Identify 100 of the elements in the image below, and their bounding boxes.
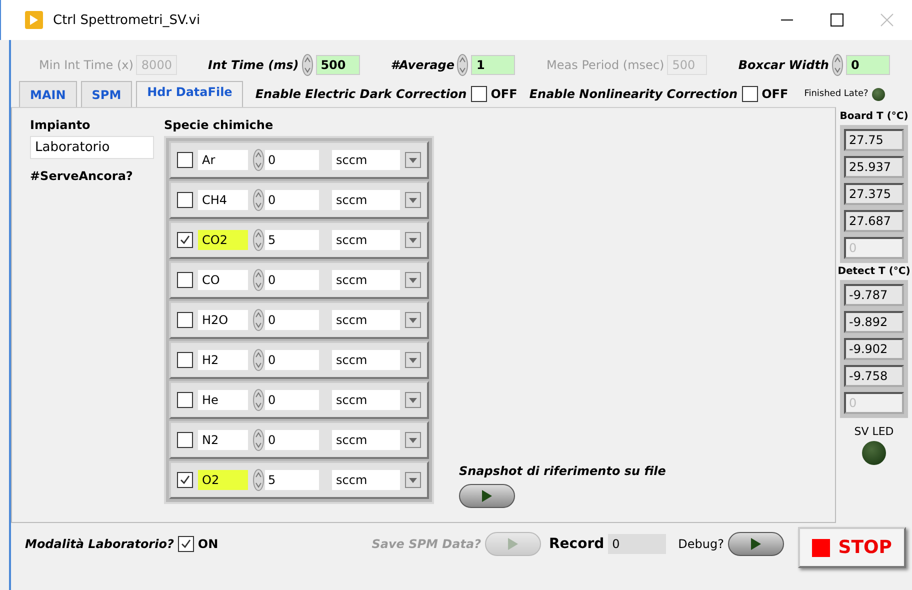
spin-arrows-icon[interactable]: [253, 149, 264, 171]
toggle-switch[interactable]: [728, 532, 784, 556]
toggle-switch[interactable]: [459, 484, 515, 508]
unit-dropdown[interactable]: sccm: [332, 430, 400, 450]
species-name-field[interactable]: N2: [198, 430, 248, 450]
control-label: Min Int Time (x): [39, 58, 134, 72]
checkbox[interactable]: [177, 272, 193, 288]
temperature-value: -9.758: [844, 365, 904, 387]
flow-value-field[interactable]: 0: [265, 390, 319, 410]
value-display: 500: [667, 55, 708, 75]
unit-dropdown[interactable]: sccm: [332, 270, 400, 290]
flow-value-field[interactable]: 0: [265, 430, 319, 450]
state-label: OFF: [762, 87, 788, 101]
checkbox[interactable]: [177, 472, 193, 488]
app-icon: [25, 11, 43, 29]
flow-value-field[interactable]: 0: [265, 190, 319, 210]
spin-arrows-icon[interactable]: [253, 429, 264, 451]
state-label: OFF: [490, 87, 518, 101]
control-label: Meas Period (msec): [546, 58, 664, 72]
temperature-value: -9.787: [844, 284, 904, 306]
spin-arrows-icon[interactable]: [457, 54, 468, 76]
checkbox[interactable]: [177, 352, 193, 368]
flow-value-field[interactable]: 5: [265, 470, 319, 490]
unit-dropdown[interactable]: sccm: [332, 150, 400, 170]
temperature-value: 25.937: [844, 156, 904, 178]
numeric-field[interactable]: 1: [471, 55, 516, 75]
impianto-label: Impianto: [30, 118, 92, 132]
flow-value-field[interactable]: 0: [265, 310, 319, 330]
numeric-field[interactable]: 0: [846, 55, 890, 75]
checkbox[interactable]: [742, 86, 758, 102]
spin-arrows-icon[interactable]: [253, 229, 264, 251]
spin-arrows-icon[interactable]: [253, 309, 264, 331]
species-name-field[interactable]: CO: [198, 270, 248, 290]
spin-arrows-icon[interactable]: [253, 469, 264, 491]
species-name-field[interactable]: CH4: [198, 190, 248, 210]
temperature-value: 27.687: [844, 210, 904, 232]
save-spm-label: Save SPM Data?: [372, 537, 482, 551]
serve-ancora-label: #ServeAncora?: [30, 169, 134, 183]
control-label: #Average: [390, 58, 454, 72]
flow-value-field[interactable]: 5: [265, 230, 319, 250]
stop-button[interactable]: STOP: [798, 527, 906, 568]
sv-led-label: SV LED: [854, 425, 894, 438]
finished-late-label: Finished Late?: [804, 89, 868, 99]
maximize-icon[interactable]: [830, 13, 844, 27]
tab[interactable]: SPM: [80, 81, 132, 107]
unit-dropdown[interactable]: sccm: [332, 470, 400, 490]
numeric-field[interactable]: 500: [316, 55, 360, 75]
checkbox[interactable]: [177, 192, 193, 208]
species-name-field[interactable]: H2: [198, 350, 248, 370]
option-label: Enable Nonlinearity Correction: [529, 87, 738, 101]
flow-value-field[interactable]: 0: [265, 150, 319, 170]
spin-arrows-icon[interactable]: [253, 269, 264, 291]
temperature-value: 27.75: [844, 129, 904, 151]
species-name-field[interactable]: Ar: [198, 150, 248, 170]
spin-arrows-icon[interactable]: [253, 189, 264, 211]
species-name-field[interactable]: O2: [198, 470, 248, 490]
spin-arrows-icon[interactable]: [832, 54, 843, 76]
state-label: ON: [198, 537, 218, 551]
checkbox[interactable]: [177, 232, 193, 248]
flow-value-field[interactable]: 0: [265, 270, 319, 290]
modalita-label: Modalità Laboratorio?: [25, 537, 174, 551]
check-icon: [179, 474, 191, 486]
record-value: 0: [608, 534, 666, 554]
check-icon: [179, 234, 191, 246]
unit-dropdown[interactable]: sccm: [332, 390, 400, 410]
impianto-field[interactable]: Laboratorio: [30, 136, 154, 159]
value-display: 8000: [136, 55, 177, 75]
spin-arrows-icon[interactable]: [253, 389, 264, 411]
window-title: Ctrl Spettrometri_SV.vi: [53, 12, 200, 28]
unit-dropdown[interactable]: sccm: [332, 350, 400, 370]
temperature-value: -9.892: [844, 311, 904, 333]
temperature-value: -9.902: [844, 338, 904, 360]
checkbox[interactable]: [470, 86, 487, 102]
spin-arrows-icon[interactable]: [253, 349, 264, 371]
checkbox[interactable]: [177, 432, 193, 448]
flow-value-field[interactable]: 0: [265, 350, 319, 370]
checkbox[interactable]: [178, 536, 194, 552]
record-label: Record: [549, 536, 604, 552]
tab[interactable]: MAIN: [19, 81, 77, 107]
species-label: Specie chimiche: [164, 118, 274, 132]
temperature-label: Detect T (°C): [838, 266, 910, 277]
control-label: Boxcar Width: [738, 58, 829, 72]
temperature-value: 27.375: [844, 183, 904, 205]
unit-dropdown[interactable]: sccm: [332, 190, 400, 210]
checkbox[interactable]: [177, 392, 193, 408]
control-label: Int Time (ms): [208, 58, 299, 72]
species-name-field[interactable]: He: [198, 390, 248, 410]
snapshot-label: Snapshot di riferimento su file: [459, 464, 666, 478]
checkbox[interactable]: [177, 152, 193, 168]
species-name-field[interactable]: CO2: [198, 230, 248, 250]
tab[interactable]: Hdr DataFile: [136, 81, 244, 107]
temperature-label: Board T (°C): [840, 111, 908, 122]
unit-dropdown[interactable]: sccm: [332, 310, 400, 330]
unit-dropdown[interactable]: sccm: [332, 230, 400, 250]
checkbox[interactable]: [177, 312, 193, 328]
option-label: Enable Electric Dark Correction: [255, 87, 467, 101]
species-name-field[interactable]: H2O: [198, 310, 248, 330]
spin-arrows-icon[interactable]: [302, 54, 313, 76]
debug-label: Debug?: [678, 537, 724, 551]
check-icon: [180, 538, 192, 550]
